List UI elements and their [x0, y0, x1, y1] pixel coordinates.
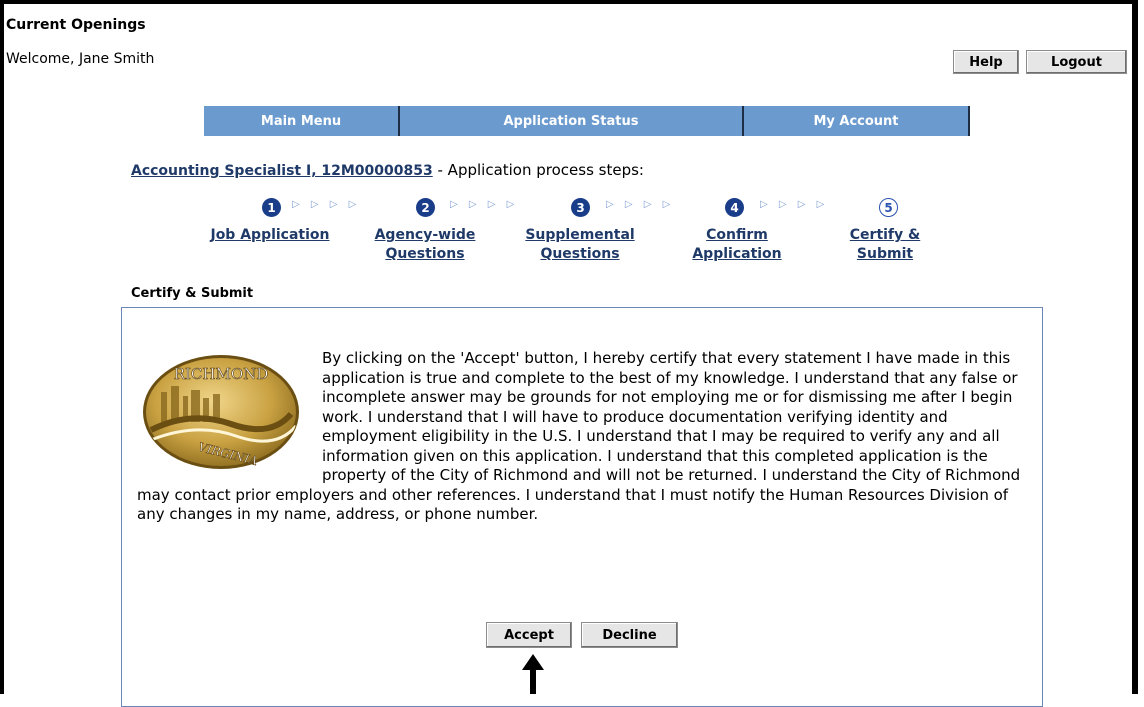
nav-my-account[interactable]: My Account: [744, 106, 970, 136]
logout-button[interactable]: Logout: [1026, 50, 1127, 74]
step-2-label-line1: Agency-wide: [374, 227, 476, 243]
step-2-circle: 2: [416, 198, 435, 217]
step-agency-wide-questions-link[interactable]: Agency-wide Questions: [353, 226, 497, 264]
step-5-circle: 5: [879, 198, 898, 217]
help-button[interactable]: Help: [953, 50, 1019, 74]
decline-button[interactable]: Decline: [581, 622, 678, 648]
step-arrows-4: ▷ ▷ ▷ ▷: [760, 199, 829, 210]
job-heading: Accounting Specialist I, 12M00000853 - A…: [131, 161, 644, 179]
accept-button[interactable]: Accept: [486, 622, 572, 648]
step-4-label-line2: Application: [692, 246, 782, 262]
step-4-circle: 4: [725, 198, 744, 217]
step-supplemental-questions-link[interactable]: Supplemental Questions: [505, 226, 655, 264]
step-4-label-line1: Confirm: [706, 227, 768, 243]
welcome-message: Welcome, Jane Smith: [6, 51, 155, 67]
step-job-application-link[interactable]: Job Application: [193, 226, 347, 245]
certification-statement: By clicking on the 'Accept' button, I he…: [137, 349, 1027, 525]
step-1-label: Job Application: [210, 227, 330, 243]
nav-main-menu[interactable]: Main Menu: [204, 106, 400, 136]
step-certify-submit-link[interactable]: Certify & Submit: [830, 226, 940, 264]
step-arrows-1: ▷ ▷ ▷ ▷: [292, 199, 361, 210]
main-nav-bar: Main Menu Application Status My Account: [204, 106, 970, 136]
step-arrows-3: ▷ ▷ ▷ ▷: [606, 199, 675, 210]
step-arrows-2: ▷ ▷ ▷ ▷: [450, 199, 519, 210]
step-3-circle: 3: [571, 198, 590, 217]
job-title-link[interactable]: Accounting Specialist I, 12M00000853: [131, 163, 433, 179]
step-2-label-line2: Questions: [385, 246, 465, 262]
section-title: Certify & Submit: [131, 286, 254, 301]
step-confirm-application-link[interactable]: Confirm Application: [672, 226, 802, 264]
job-heading-suffix: - Application process steps:: [432, 161, 645, 179]
step-5-label-line1: Certify &: [849, 227, 921, 243]
step-5-label-line2: Submit: [856, 246, 914, 262]
seal-spacer: [137, 349, 322, 485]
page-title: Current Openings: [6, 17, 146, 33]
step-3-label-line1: Supplemental: [525, 227, 635, 243]
step-3-label-line2: Questions: [540, 246, 620, 262]
arrow-up-icon: [522, 654, 544, 694]
step-1-circle: 1: [262, 198, 281, 217]
nav-application-status[interactable]: Application Status: [400, 106, 744, 136]
